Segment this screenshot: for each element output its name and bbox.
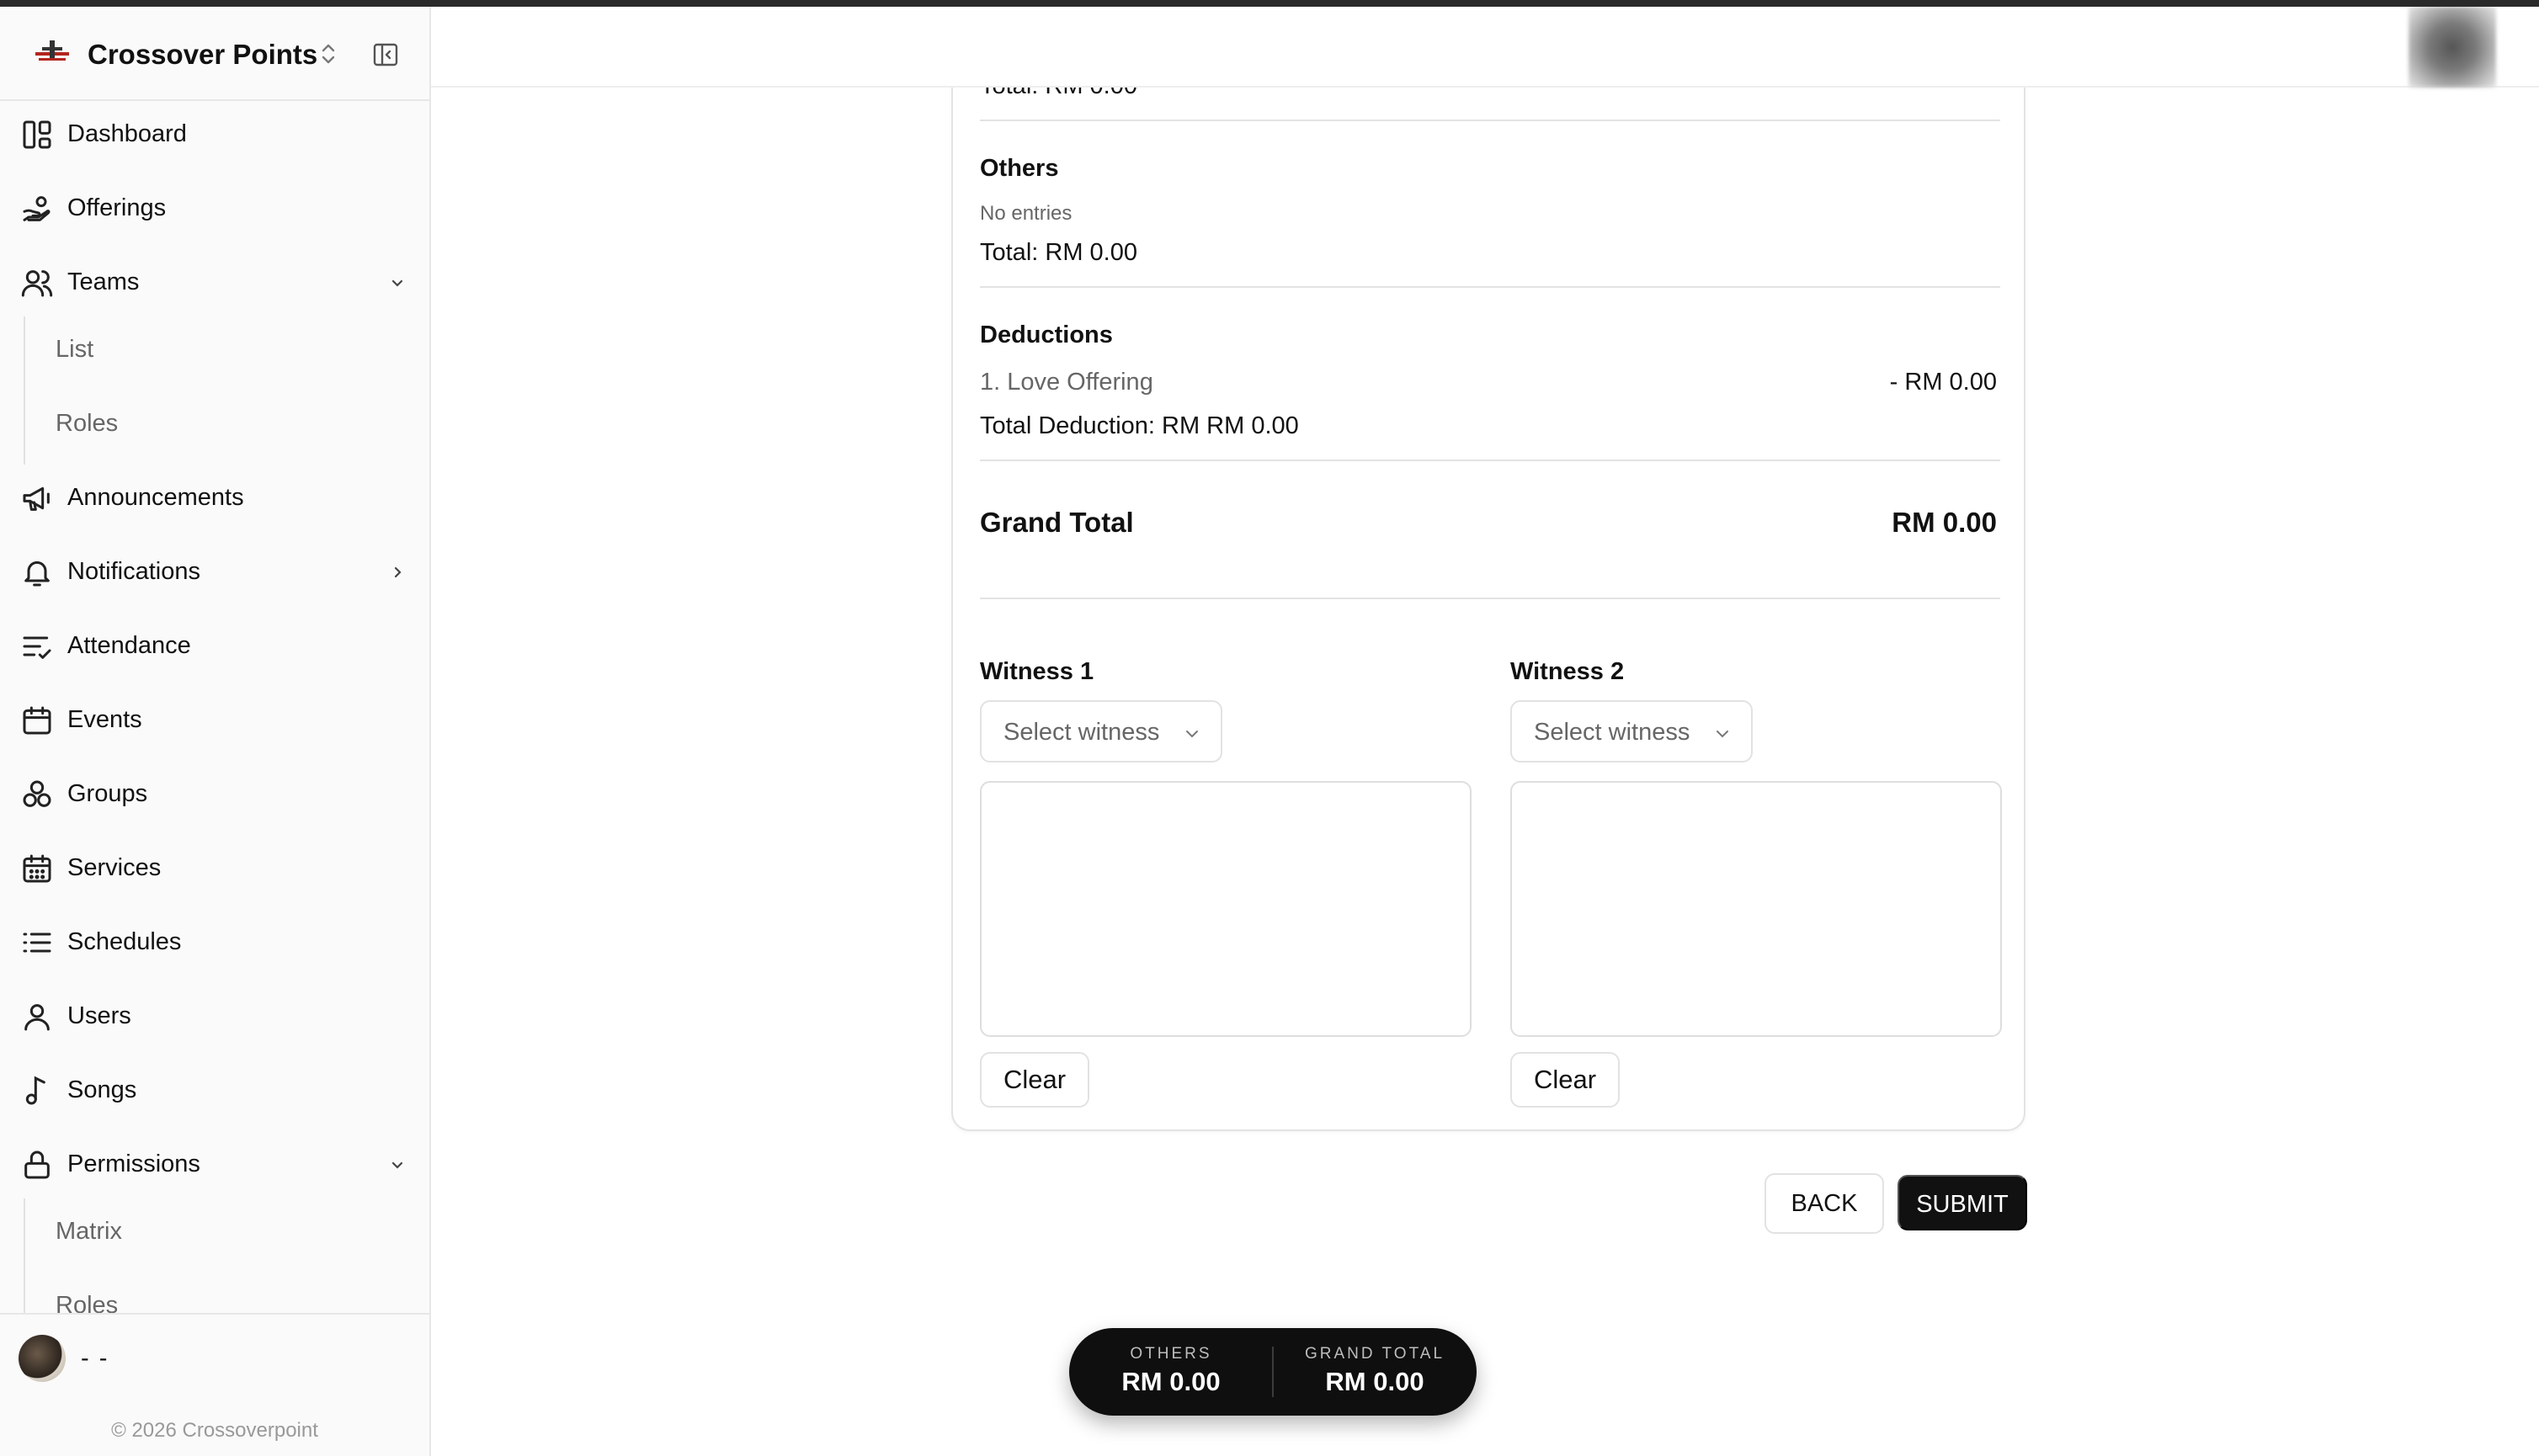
sidebar-item-offerings[interactable]: Offerings [0,175,429,242]
sidebar-item-events[interactable]: Events [0,687,429,754]
dashboard-icon [23,120,51,149]
others-title: Others [980,155,1059,182]
sidebar-item-users[interactable]: Users [0,983,429,1050]
sidebar-subitem-label: Roles [56,1292,119,1313]
groups-icon [23,780,51,807]
sidebar-item-groups[interactable]: Groups [0,761,429,828]
sidebar-item-label: Songs [67,1076,137,1103]
divider [980,598,2000,599]
sidebar-item-dashboard[interactable]: Dashboard [0,101,429,168]
sidebar-item-label: Events [67,706,142,733]
summary-grand-value: RM 0.00 [1325,1367,1424,1396]
summary-others-value: RM 0.00 [1121,1367,1221,1396]
sidebar-item-label: Dashboard [67,120,187,147]
brand-name: Crossover Points [88,39,318,70]
music-note-icon [25,1076,45,1105]
sidebar-item-services[interactable]: Services [0,835,429,902]
witness-2-select[interactable]: Select witness [1510,700,1753,763]
witness-2-signature-pad[interactable] [1510,781,2002,1037]
brand-logo-icon [35,40,69,61]
profile-avatar[interactable] [2409,7,2496,88]
megaphone-icon [23,486,50,511]
sidebar-subitem-permissions-matrix[interactable]: Matrix [0,1198,429,1266]
witness-1-signature-pad[interactable] [980,781,1472,1037]
users-icon [21,270,53,297]
sidebar-item-label: Permissions [67,1150,200,1177]
calendar-grid-icon [23,854,51,883]
sidebar-item-notifications[interactable]: Notifications [0,539,429,606]
floating-summary-bar: OTHERS RM 0.00 GRAND TOTAL RM 0.00 [1069,1328,1477,1416]
summary-grand-total: GRAND TOTAL RM 0.00 [1273,1328,1477,1416]
list-icon [23,933,51,953]
sidebar-item-label: Offerings [67,194,167,221]
sidebar-item-announcements[interactable]: Announcements [0,465,429,532]
sidebar-item-label: Groups [67,780,148,807]
sidebar-item-attendance[interactable]: Attendance [0,613,429,680]
submit-button[interactable]: SUBMIT [1898,1175,2027,1230]
sidebar-item-label: Attendance [67,632,191,659]
grand-total-value: RM 0.00 [1892,507,1997,538]
sidebar-item-permissions[interactable]: Permissions [0,1131,429,1198]
chevron-down-icon [1186,731,1198,738]
summary-others-caption: OTHERS [1130,1345,1212,1363]
deductions-title: Deductions [980,321,1113,348]
chevron-down-icon [391,1161,403,1169]
sidebar-item-songs[interactable]: Songs [0,1057,429,1124]
avatar[interactable] [19,1335,66,1382]
sidebar-subitem-label: List [56,336,94,363]
brand-header[interactable]: Crossover Points [0,7,429,101]
others-total: Total: RM 0.00 [980,239,1137,266]
chevrons-up-down-icon[interactable] [318,40,338,67]
user-icon [24,1004,50,1031]
chevron-right-icon [394,566,402,578]
sidebar-item-label: Announcements [67,484,244,511]
offering-summary-card: Total: RM 0.00 Others No entries Total: … [951,0,2025,1131]
sidebar-nav: Dashboard Offerings Teams List Roles Ann… [0,101,429,1313]
others-empty-text: No entries [980,202,1073,225]
calendar-icon [23,706,51,735]
deductions-total: Total Deduction: RM RM 0.00 [980,412,1299,439]
list-check-icon [23,636,51,659]
chevron-down-icon [1717,731,1728,738]
witness-1-clear-button[interactable]: Clear [980,1052,1089,1108]
top-header [431,7,2539,88]
back-button[interactable]: BACK [1765,1173,1884,1234]
sidebar-subitem-label: Matrix [56,1218,122,1245]
sidebar-item-label: Schedules [67,928,182,955]
sidebar-item-label: Users [67,1002,131,1029]
deduction-item-name: 1. Love Offering [980,369,1153,396]
sidebar-item-schedules[interactable]: Schedules [0,909,429,976]
chevron-down-icon [391,279,403,287]
sidebar-subitem-permissions-roles[interactable]: Roles [0,1273,429,1313]
witness-1-label: Witness 1 [980,658,1094,685]
summary-grand-caption: GRAND TOTAL [1304,1345,1445,1363]
divider [980,120,2000,121]
hand-coins-icon [23,196,51,221]
top-accent-line [0,0,2539,7]
witness-2-clear-button[interactable]: Clear [1510,1052,1620,1108]
sidebar-collapse-icon[interactable] [372,42,399,67]
user-name[interactable]: - - [81,1345,109,1373]
witness-1-select[interactable]: Select witness [980,700,1222,763]
grand-total-label: Grand Total [980,507,1134,538]
sidebar-footer: - - © 2026 Crossoverpoint [0,1313,429,1456]
sidebar-subitem-label: Roles [56,410,119,437]
witness-1-placeholder: Select witness [1003,719,1160,746]
sidebar-item-label: Services [67,854,162,881]
bell-icon [24,561,50,587]
sidebar-item-teams[interactable]: Teams [0,249,429,316]
sidebar-item-label: Teams [67,268,140,295]
divider [980,460,2000,461]
sidebar-item-label: Notifications [67,558,200,585]
witness-2-label: Witness 2 [1510,658,1625,685]
sidebar-subitem-teams-list[interactable]: List [0,316,429,384]
summary-others: OTHERS RM 0.00 [1069,1328,1273,1416]
divider [980,286,2000,288]
deduction-item-amount: - RM 0.00 [1889,369,1997,396]
witness-2-placeholder: Select witness [1534,719,1690,746]
lock-icon [24,1150,50,1179]
sidebar-subitem-teams-roles[interactable]: Roles [0,391,429,458]
sidebar: Crossover Points Dashboard Offerings Tea… [0,7,431,1456]
copyright-text: © 2026 Crossoverpoint [111,1419,318,1442]
